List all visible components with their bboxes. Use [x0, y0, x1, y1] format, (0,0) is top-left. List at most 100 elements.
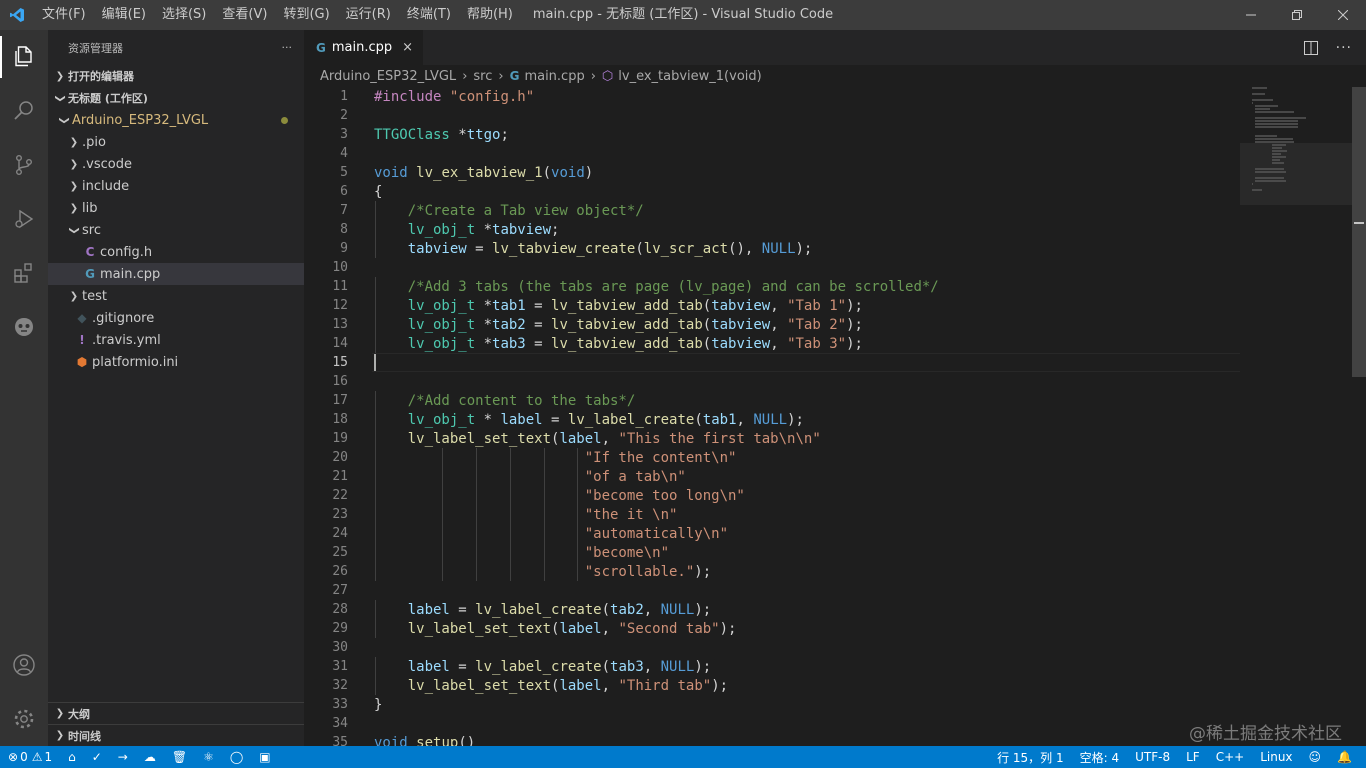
code-line[interactable]: 2: [304, 106, 1366, 125]
run-debug-icon[interactable]: [0, 192, 48, 246]
code-line[interactable]: 3 TTGOClass *ttgo;: [304, 125, 1366, 144]
code-line[interactable]: 33}: [304, 695, 1366, 714]
tree-item[interactable]: ⬢ platformio.ini: [48, 351, 304, 373]
menu-item[interactable]: 文件(F): [34, 0, 94, 30]
code-line[interactable]: 8 lv_obj_t *tabview;: [304, 220, 1366, 239]
menu-item[interactable]: 帮助(H): [459, 0, 521, 30]
tree-item[interactable]: ! .travis.yml: [48, 329, 304, 351]
code-line[interactable]: 11 /*Add 3 tabs (the tabs are page (lv_p…: [304, 277, 1366, 296]
menu-item[interactable]: 转到(G): [275, 0, 337, 30]
menu-item[interactable]: 查看(V): [214, 0, 275, 30]
source-control-icon[interactable]: [0, 138, 48, 192]
breadcrumb-item[interactable]: src: [473, 69, 492, 84]
tree-item[interactable]: ❯ .pio: [48, 131, 304, 153]
tree-item[interactable]: ◆ .gitignore: [48, 307, 304, 329]
menu-item[interactable]: 选择(S): [154, 0, 214, 30]
code-line[interactable]: 12 lv_obj_t *tab1 = lv_tabview_add_tab(t…: [304, 296, 1366, 315]
code-line[interactable]: 13 lv_obj_t *tab2 = lv_tabview_add_tab(t…: [304, 315, 1366, 334]
tree-item[interactable]: ❯ src: [48, 219, 304, 241]
restore-button[interactable]: [1274, 0, 1320, 30]
timeline-section[interactable]: ❯ 时间线: [48, 724, 304, 746]
platformio-icon[interactable]: [0, 300, 48, 354]
language-mode[interactable]: C++: [1208, 746, 1253, 768]
code-line[interactable]: 4: [304, 144, 1366, 163]
code-line[interactable]: 23 "the it \n": [304, 505, 1366, 524]
code-line[interactable]: 14 lv_obj_t *tab3 = lv_tabview_add_tab(t…: [304, 334, 1366, 353]
minimap-viewport[interactable]: [1240, 143, 1352, 205]
close-window-button[interactable]: [1320, 0, 1366, 30]
code-line[interactable]: 7 /*Create a Tab view object*/: [304, 201, 1366, 220]
tree-item[interactable]: ❯ Arduino_ESP32_LVGL: [48, 109, 304, 131]
breadcrumb-item[interactable]: lv_ex_tabview_1(void): [618, 69, 761, 84]
more-editor-actions-icon[interactable]: ···: [1336, 40, 1352, 56]
menu-item[interactable]: 终端(T): [399, 0, 459, 30]
workspace-section[interactable]: ❯ 无标题 (工作区): [48, 87, 304, 109]
open-editors-section[interactable]: ❯ 打开的编辑器: [48, 65, 304, 87]
code-line[interactable]: 30: [304, 638, 1366, 657]
tree-item-label: .vscode: [82, 156, 132, 172]
code-line[interactable]: 27: [304, 581, 1366, 600]
code-line[interactable]: 29 lv_label_set_text(label, "Second tab"…: [304, 619, 1366, 638]
scrollbar-thumb[interactable]: [1352, 87, 1366, 377]
code-line[interactable]: 18 lv_obj_t * label = lv_label_create(ta…: [304, 410, 1366, 429]
code-line[interactable]: 16: [304, 372, 1366, 391]
code-line[interactable]: 10: [304, 258, 1366, 277]
more-actions-button[interactable]: ···: [282, 41, 293, 54]
minimap[interactable]: [1240, 87, 1352, 207]
tree-item[interactable]: Cconfig.h: [48, 241, 304, 263]
notifications-bell-icon[interactable]: 🔔: [1329, 746, 1360, 768]
split-editor-icon[interactable]: [1303, 40, 1318, 55]
code-line[interactable]: 15: [304, 353, 1366, 372]
code-line[interactable]: 20 "If the content\n": [304, 448, 1366, 467]
pio-test-icon[interactable]: ⚛: [195, 746, 222, 768]
code-line[interactable]: 6{: [304, 182, 1366, 201]
close-tab-icon[interactable]: ×: [402, 40, 413, 55]
pio-upload-icon[interactable]: →: [110, 746, 136, 768]
explorer-icon[interactable]: [0, 30, 48, 84]
tab-main-cpp[interactable]: G main.cpp ×: [304, 30, 424, 65]
menu-item[interactable]: 运行(R): [338, 0, 399, 30]
code-line[interactable]: 22 "become too long\n": [304, 486, 1366, 505]
tree-item[interactable]: ❯ test: [48, 285, 304, 307]
tree-item[interactable]: ❯ include: [48, 175, 304, 197]
code-line[interactable]: 32 lv_label_set_text(label, "Third tab")…: [304, 676, 1366, 695]
code-line[interactable]: 5 void lv_ex_tabview_1(void): [304, 163, 1366, 182]
pio-home-icon[interactable]: ⌂: [60, 746, 84, 768]
code-line[interactable]: 24 "automatically\n": [304, 524, 1366, 543]
problems-indicator[interactable]: ⊗ 0 ⚠ 1: [0, 746, 60, 768]
menu-item[interactable]: 编辑(E): [94, 0, 154, 30]
platform[interactable]: Linux: [1252, 746, 1300, 768]
settings-gear-icon[interactable]: [0, 692, 48, 746]
search-icon[interactable]: [0, 84, 48, 138]
pio-serial-monitor-icon[interactable]: ◯: [222, 746, 251, 768]
end-of-line[interactable]: LF: [1178, 746, 1208, 768]
outline-section[interactable]: ❯ 大纲: [48, 702, 304, 724]
breadcrumb-item[interactable]: Arduino_ESP32_LVGL: [320, 69, 456, 84]
indentation[interactable]: 空格: 4: [1072, 746, 1128, 768]
code-line[interactable]: 21 "of a tab\n": [304, 467, 1366, 486]
pio-upload-fs-icon[interactable]: ☁: [136, 746, 164, 768]
pio-clean-icon[interactable]: 🗑: [164, 746, 195, 768]
code-line[interactable]: 25 "become\n": [304, 543, 1366, 562]
code-line[interactable]: 17 /*Add content to the tabs*/: [304, 391, 1366, 410]
tree-item[interactable]: ❯ lib: [48, 197, 304, 219]
accounts-icon[interactable]: [0, 638, 48, 692]
tree-item[interactable]: ❯ .vscode: [48, 153, 304, 175]
code-line[interactable]: 28 label = lv_label_create(tab2, NULL);: [304, 600, 1366, 619]
code-line[interactable]: 31 label = lv_label_create(tab3, NULL);: [304, 657, 1366, 676]
encoding[interactable]: UTF-8: [1127, 746, 1178, 768]
feedback-icon[interactable]: ☺: [1301, 746, 1330, 768]
code-line[interactable]: 1 #include "config.h": [304, 87, 1366, 106]
pio-terminal-icon[interactable]: ▣: [251, 746, 278, 768]
tree-item[interactable]: Gmain.cpp: [48, 263, 304, 285]
minimize-button[interactable]: [1228, 0, 1274, 30]
code-line[interactable]: 9 tabview = lv_tabview_create(lv_scr_act…: [304, 239, 1366, 258]
extensions-icon[interactable]: [0, 246, 48, 300]
code-line[interactable]: 19 lv_label_set_text(label, "This the fi…: [304, 429, 1366, 448]
code-line[interactable]: 26 "scrollable.");: [304, 562, 1366, 581]
cursor-position[interactable]: 行 15，列 1: [989, 746, 1072, 768]
pio-build-icon[interactable]: ✓: [84, 746, 110, 768]
vertical-scrollbar[interactable]: [1352, 87, 1366, 746]
code-editor[interactable]: 1 #include "config.h" 2 3 TTGOClass *ttgo; 4 5…: [304, 87, 1366, 746]
breadcrumb-item[interactable]: main.cpp: [524, 69, 584, 84]
